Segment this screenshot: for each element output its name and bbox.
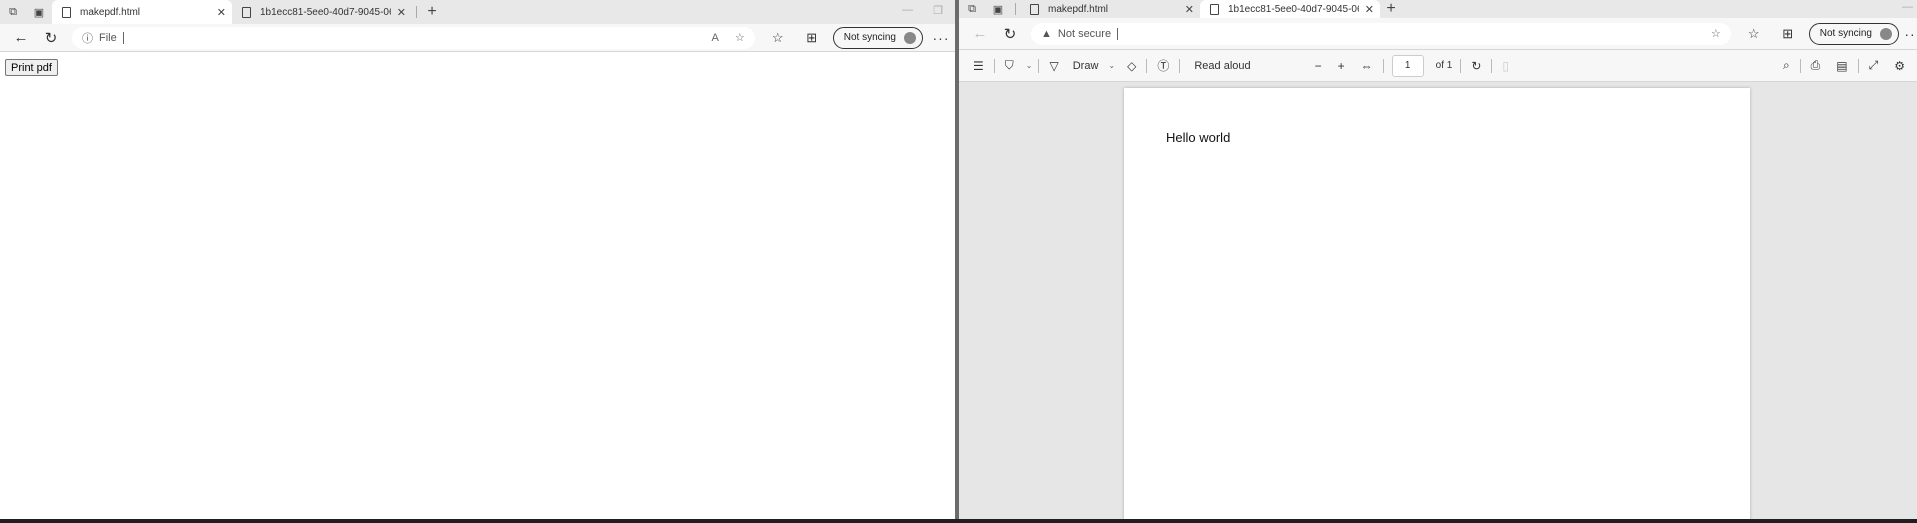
right-browser-window: ⧉ ▣ makepdf.html ✕ 1b1ecc81-5ee0-40d7-90… xyxy=(959,0,1917,519)
window-controls: — xyxy=(1902,1,1913,13)
refresh-icon[interactable]: ↻ xyxy=(36,29,66,47)
page-content: Print pdf xyxy=(0,53,955,519)
person-icon xyxy=(904,31,916,44)
tab-label: makepdf.html xyxy=(1048,3,1109,15)
close-tab-icon[interactable]: ✕ xyxy=(397,6,406,19)
person-icon xyxy=(1880,27,1892,40)
search-icon[interactable]: ⌕ xyxy=(1775,58,1798,73)
draw-icon[interactable]: ▽ xyxy=(1041,59,1066,73)
info-icon[interactable]: ⓘ xyxy=(82,30,93,46)
maximize-icon[interactable]: ❐ xyxy=(933,4,943,17)
workspaces-icon[interactable]: ⧉ xyxy=(959,0,985,18)
pdf-text: Hello world xyxy=(1166,130,1231,145)
fit-width-icon[interactable]: ⇔ xyxy=(1353,59,1381,73)
toolbar-separator xyxy=(1038,58,1040,73)
new-tab-button[interactable]: + xyxy=(1380,0,1402,18)
tab-pdf[interactable]: 1b1ecc81-5ee0-40d7-9045-0604 ✕ xyxy=(232,0,412,24)
security-label: File xyxy=(99,31,117,44)
collections-icon[interactable]: ⊞ xyxy=(795,30,829,46)
taskbar-edge xyxy=(0,519,1917,523)
profile-sync-button[interactable]: Not syncing xyxy=(832,26,923,49)
read-aloud-icon[interactable]: A xyxy=(712,32,719,44)
toolbar-separator xyxy=(1382,58,1384,73)
chevron-down-icon[interactable]: ⌄ xyxy=(1104,61,1119,70)
tab-makepdf[interactable]: makepdf.html ✕ xyxy=(52,0,232,24)
close-tab-icon[interactable]: ✕ xyxy=(1185,3,1194,16)
page-view-icon[interactable]: ▯ xyxy=(1494,59,1517,73)
document-icon xyxy=(242,6,251,18)
page-number-input[interactable]: 1 xyxy=(1391,54,1424,77)
toolbar-separator xyxy=(1799,58,1801,73)
sync-label: Not syncing xyxy=(843,32,896,43)
document-icon xyxy=(62,6,71,18)
save-icon[interactable]: ▤ xyxy=(1828,59,1855,73)
favorites-icon[interactable]: ☆ xyxy=(761,30,795,46)
document-icon xyxy=(1030,3,1039,15)
contents-list-icon[interactable]: ☰ xyxy=(965,59,992,73)
chevron-down-icon[interactable]: ⌄ xyxy=(1022,61,1037,70)
text-caret xyxy=(1117,27,1119,40)
toolbar-separator xyxy=(993,58,995,73)
new-tab-button[interactable]: + xyxy=(421,0,443,24)
tab-pdf[interactable]: 1b1ecc81-5ee0-40d7-9045-0604 ✕ xyxy=(1200,0,1380,18)
text-caret xyxy=(122,31,124,44)
tab-strip: ⧉ ▣ makepdf.html ✕ 1b1ecc81-5ee0-40d7-90… xyxy=(0,0,955,24)
sync-label: Not syncing xyxy=(1819,28,1872,39)
close-tab-icon[interactable]: ✕ xyxy=(217,6,226,19)
back-arrow-icon[interactable]: ← xyxy=(6,29,36,46)
address-bar[interactable]: ⓘ File A ☆ xyxy=(72,26,755,49)
window-controls: — ❐ xyxy=(902,4,943,17)
tab-label: 1b1ecc81-5ee0-40d7-9045-0604 xyxy=(1228,3,1359,15)
warning-icon[interactable]: ▲ xyxy=(1041,28,1052,40)
toolbar-separator xyxy=(1460,58,1462,73)
browser-toolbar: ← ↻ ⓘ File A ☆ ☆ ⊞ Not syncing ··· xyxy=(0,24,955,52)
gear-icon[interactable]: ⚙ xyxy=(1886,59,1913,73)
tab-label: 1b1ecc81-5ee0-40d7-9045-0604 xyxy=(260,6,391,18)
minimize-icon[interactable]: — xyxy=(1902,1,1913,13)
pdf-page: Hello world xyxy=(1124,88,1750,519)
tab-separator xyxy=(1015,3,1016,15)
page-total: of 1 xyxy=(1435,60,1453,71)
tab-label: makepdf.html xyxy=(80,6,141,18)
tab-actions-icon[interactable]: ▣ xyxy=(26,0,52,24)
more-icon[interactable]: ··· xyxy=(927,30,955,46)
favorites-icon[interactable]: ☆ xyxy=(1737,26,1771,42)
zoom-in-icon[interactable]: + xyxy=(1330,59,1353,73)
back-arrow-icon[interactable]: ← xyxy=(965,25,995,42)
address-bar[interactable]: ▲ Not secure ☆ xyxy=(1031,22,1731,45)
toolbar-separator xyxy=(1491,58,1493,73)
draw-label[interactable]: Draw xyxy=(1067,60,1105,72)
print-pdf-button[interactable]: Print pdf xyxy=(5,59,58,76)
minimize-icon[interactable]: — xyxy=(902,4,913,17)
pdf-toolbar: ☰ ⛉ ⌄ ▽ Draw ⌄ ◇ Ⓣ Read aloud − + ⇔ 1 of… xyxy=(959,50,1917,82)
collections-icon[interactable]: ⊞ xyxy=(1771,26,1805,42)
add-favorite-icon[interactable]: ☆ xyxy=(1711,27,1721,40)
toolbar-separator xyxy=(1146,58,1148,73)
eraser-icon[interactable]: ◇ xyxy=(1119,59,1144,73)
zoom-out-icon[interactable]: − xyxy=(1307,59,1330,73)
more-icon[interactable]: ·· xyxy=(1903,26,1917,42)
close-tab-icon[interactable]: ✕ xyxy=(1365,3,1374,16)
refresh-icon[interactable]: ↻ xyxy=(995,25,1025,43)
left-browser-window: ⧉ ▣ makepdf.html ✕ 1b1ecc81-5ee0-40d7-90… xyxy=(0,0,955,519)
pdf-viewer-area: Hello world xyxy=(959,82,1917,519)
toolbar-separator xyxy=(1857,58,1859,73)
rotate-icon[interactable]: ↻ xyxy=(1463,59,1489,73)
add-favorite-icon[interactable]: ☆ xyxy=(735,31,745,44)
tab-actions-icon[interactable]: ▣ xyxy=(985,0,1011,18)
document-icon xyxy=(1210,3,1219,15)
print-icon[interactable]: ⎙ xyxy=(1803,58,1829,73)
profile-sync-button[interactable]: Not syncing xyxy=(1808,22,1899,45)
security-label: Not secure xyxy=(1057,27,1112,40)
highlight-icon[interactable]: ⛉ xyxy=(997,58,1022,73)
browser-toolbar: ← ↻ ▲ Not secure ☆ ☆ ⊞ Not syncing ·· xyxy=(959,18,1917,50)
workspaces-icon[interactable]: ⧉ xyxy=(0,0,26,24)
fullscreen-icon[interactable]: ⤢ xyxy=(1861,58,1887,73)
read-aloud-button[interactable]: Read aloud xyxy=(1182,60,1256,72)
toolbar-separator xyxy=(1179,58,1181,73)
tab-makepdf[interactable]: makepdf.html ✕ xyxy=(1020,0,1200,18)
tab-strip: ⧉ ▣ makepdf.html ✕ 1b1ecc81-5ee0-40d7-90… xyxy=(959,0,1917,18)
text-box-icon[interactable]: Ⓣ xyxy=(1149,57,1177,74)
tab-separator xyxy=(416,6,417,18)
